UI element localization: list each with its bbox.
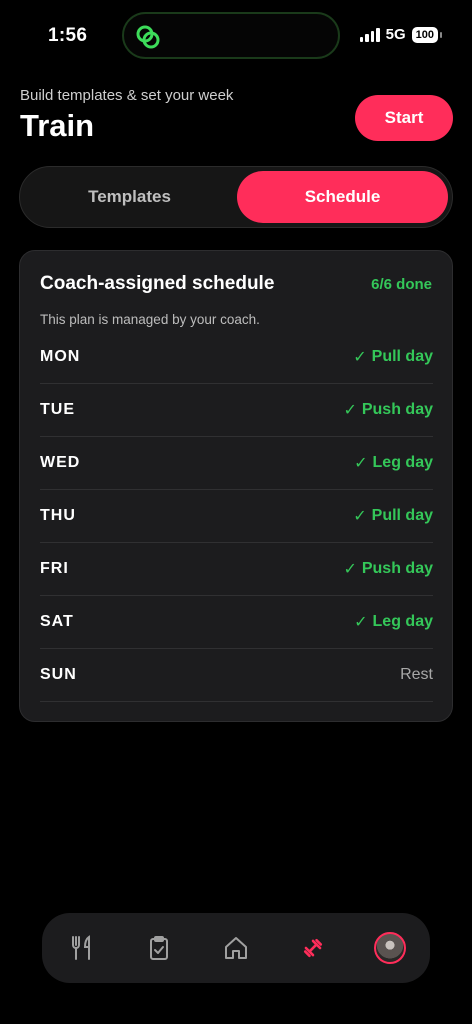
dynamic-island — [122, 12, 340, 59]
workout-label: Pull day — [371, 507, 433, 524]
home-icon — [225, 937, 247, 959]
day-label: SAT — [40, 613, 74, 630]
schedule-note: This plan is managed by your coach. — [40, 312, 260, 327]
workout-status: ✓ Leg day — [354, 453, 433, 473]
check-icon: ✓ — [353, 508, 367, 525]
schedule-row-fri: FRI ✓ Push day — [40, 543, 433, 596]
workout-label: Push day — [361, 401, 433, 418]
workout-status: ✓ Push day — [343, 400, 433, 420]
tab-train[interactable] — [295, 930, 331, 966]
bottom-tab-bar — [42, 913, 430, 983]
check-icon: ✓ — [343, 402, 357, 419]
schedule-progress: 6/6 done — [371, 276, 432, 293]
status-indicators: 5G 100 — [359, 26, 443, 43]
check-icon: ✓ — [343, 561, 357, 578]
workout-status: ✓ Leg day — [354, 612, 433, 632]
status-time: 1:56 — [48, 25, 88, 46]
check-icon: ✓ — [354, 614, 368, 631]
schedule-title: Coach-assigned schedule — [40, 273, 275, 294]
workout-status: ✓ Pull day — [353, 347, 433, 367]
check-icon: ✓ — [354, 455, 368, 472]
tab-tasks[interactable] — [141, 930, 177, 966]
check-icon: ✓ — [353, 349, 367, 366]
schedule-row-thu: THU ✓ Pull day — [40, 490, 433, 543]
workout-label: Leg day — [372, 613, 433, 630]
schedule-row-wed: WED ✓ Leg day — [40, 437, 433, 490]
chat-link-icon — [136, 25, 160, 49]
day-label: SUN — [40, 666, 77, 683]
day-label: FRI — [40, 560, 69, 577]
schedule-row-sun: SUN Rest — [40, 649, 433, 702]
schedule-card: Coach-assigned schedule 6/6 done This pl… — [19, 250, 453, 722]
tab-home[interactable] — [218, 930, 254, 966]
tab-profile[interactable] — [372, 930, 408, 966]
schedule-list: MON ✓ Pull day TUE ✓ Push day WED ✓ Leg day… — [40, 331, 433, 702]
fork-knife-icon — [72, 935, 90, 960]
workout-label: Push day — [361, 560, 433, 577]
page-subtitle: Build templates & set your week — [20, 87, 234, 104]
workout-label: Pull day — [371, 348, 433, 365]
workout-status: ✓ Push day — [343, 559, 433, 579]
workout-label: Leg day — [372, 454, 433, 471]
network-label: 5G — [385, 26, 406, 43]
tab-schedule[interactable]: Schedule — [237, 171, 448, 223]
segmented-control: Templates Schedule — [19, 166, 453, 228]
tab-templates[interactable]: Templates — [24, 171, 235, 223]
profile-avatar — [374, 932, 406, 964]
train-screen: 1:56 5G 100 Build templates & set your w… — [0, 0, 472, 1024]
page-title: Train — [20, 108, 95, 143]
workout-status: ✓ Pull day — [353, 506, 433, 526]
start-button[interactable]: Start — [355, 95, 453, 141]
workout-label: Rest — [400, 666, 433, 683]
schedule-row-sat: SAT ✓ Leg day — [40, 596, 433, 649]
schedule-row-mon: MON ✓ Pull day — [40, 331, 433, 384]
dumbbell-icon — [303, 938, 323, 958]
day-label: MON — [40, 348, 81, 365]
day-label: THU — [40, 507, 76, 524]
day-label: WED — [40, 454, 81, 471]
signal-icon — [359, 27, 380, 42]
tab-nutrition[interactable] — [64, 930, 100, 966]
battery-icon: 100 — [411, 26, 443, 43]
day-label: TUE — [40, 401, 75, 418]
clipboard-check-icon — [150, 936, 168, 960]
status-bar: 1:56 5G 100 — [0, 0, 472, 70]
schedule-row-tue: TUE ✓ Push day — [40, 384, 433, 437]
